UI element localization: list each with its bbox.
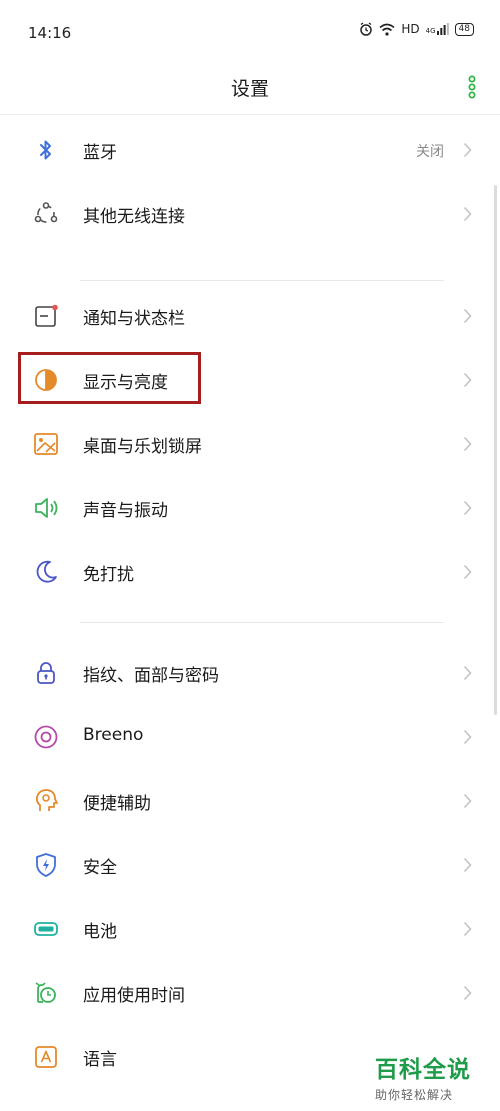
setting-desktop-lockscreen[interactable]: 桌面与乐划锁屏 — [0, 412, 500, 476]
status-time: 14:16 — [28, 24, 72, 42]
setting-label: Breeno — [83, 725, 144, 745]
setting-fingerprint-face-password[interactable]: 指纹、面部与密码 — [0, 641, 500, 705]
bluetooth-status: 关闭 — [416, 144, 444, 160]
setting-do-not-disturb[interactable]: 免打扰 — [0, 540, 500, 604]
setting-label: 免打扰 — [83, 565, 134, 585]
scrollbar-thumb[interactable] — [494, 185, 497, 715]
highlight-annotation-box — [18, 352, 201, 404]
setting-label: 声音与振动 — [83, 501, 168, 521]
wifi-icon — [379, 23, 395, 36]
chevron-right-icon — [463, 500, 472, 516]
shield-icon — [36, 853, 56, 877]
speaker-icon — [35, 498, 58, 518]
breeno-icon — [34, 725, 58, 749]
setting-battery[interactable]: 电池 — [0, 897, 500, 961]
setting-security[interactable]: 安全 — [0, 833, 500, 897]
hd-label: HD — [401, 22, 420, 36]
page-title: 设置 — [230, 78, 269, 100]
setting-bluetooth[interactable]: 蓝牙 关闭 — [0, 118, 500, 182]
setting-notifications[interactable]: 通知与状态栏 — [0, 284, 500, 348]
chevron-right-icon — [463, 985, 472, 1001]
setting-sound-vibration[interactable]: 声音与振动 — [0, 476, 500, 540]
setting-label: 应用使用时间 — [83, 986, 185, 1006]
setting-label: 便捷辅助 — [83, 794, 151, 814]
setting-accessibility[interactable]: 便捷辅助 — [0, 769, 500, 833]
lock-icon — [37, 662, 55, 684]
chevron-right-icon — [463, 857, 472, 873]
watermark-subtitle: 助你轻松解决 — [375, 1088, 454, 1102]
settings-list: 蓝牙 关闭 其他无线连接 通知与状态栏 显示与亮度 桌面与乐划锁屏 声音与振动 … — [0, 118, 500, 1089]
setting-app-usage-time[interactable]: 应用使用时间 — [0, 961, 500, 1025]
language-icon — [35, 1046, 57, 1068]
status-bar: 14:16 HD 4G 48 — [0, 0, 500, 62]
chevron-right-icon — [463, 665, 472, 681]
bluetooth-icon — [40, 140, 51, 160]
alarm-icon — [360, 22, 373, 36]
app-usage-clock-icon — [35, 982, 56, 1003]
setting-label: 安全 — [83, 858, 117, 878]
setting-breeno[interactable]: Breeno — [0, 705, 500, 769]
setting-label: 电池 — [83, 922, 117, 942]
chevron-right-icon — [463, 793, 472, 809]
watermark-logo: 百科全说 助你轻松解决 — [375, 1050, 490, 1103]
chevron-right-icon — [463, 372, 472, 388]
wireless-connection-icon — [34, 202, 58, 223]
chevron-right-icon — [463, 564, 472, 580]
battery-setting-icon — [34, 922, 58, 936]
setting-label: 蓝牙 — [83, 143, 117, 163]
signal-icon: 4G — [426, 23, 449, 35]
setting-label: 通知与状态栏 — [83, 309, 185, 329]
notification-icon — [35, 304, 58, 327]
chevron-right-icon — [463, 921, 472, 937]
more-options-icon[interactable] — [466, 75, 478, 99]
setting-other-wireless[interactable]: 其他无线连接 — [0, 182, 500, 246]
chevron-right-icon — [463, 729, 472, 745]
chevron-right-icon — [463, 142, 472, 158]
accessibility-icon — [35, 789, 58, 811]
watermark-title: 百科全说 — [375, 1057, 471, 1083]
chevron-right-icon — [463, 308, 472, 324]
setting-label: 桌面与乐划锁屏 — [83, 437, 202, 457]
setting-label: 指纹、面部与密码 — [83, 666, 219, 686]
wallpaper-icon — [34, 433, 58, 455]
chevron-right-icon — [463, 206, 472, 222]
setting-label: 其他无线连接 — [83, 207, 185, 227]
setting-label: 语言 — [83, 1050, 117, 1070]
title-bar: 设置 — [0, 62, 500, 115]
moon-icon — [36, 560, 57, 583]
status-icons: HD 4G 48 — [359, 22, 474, 36]
chevron-right-icon — [463, 436, 472, 452]
signal-type-label: 4G — [425, 27, 436, 35]
battery-icon: 48 — [454, 22, 474, 36]
